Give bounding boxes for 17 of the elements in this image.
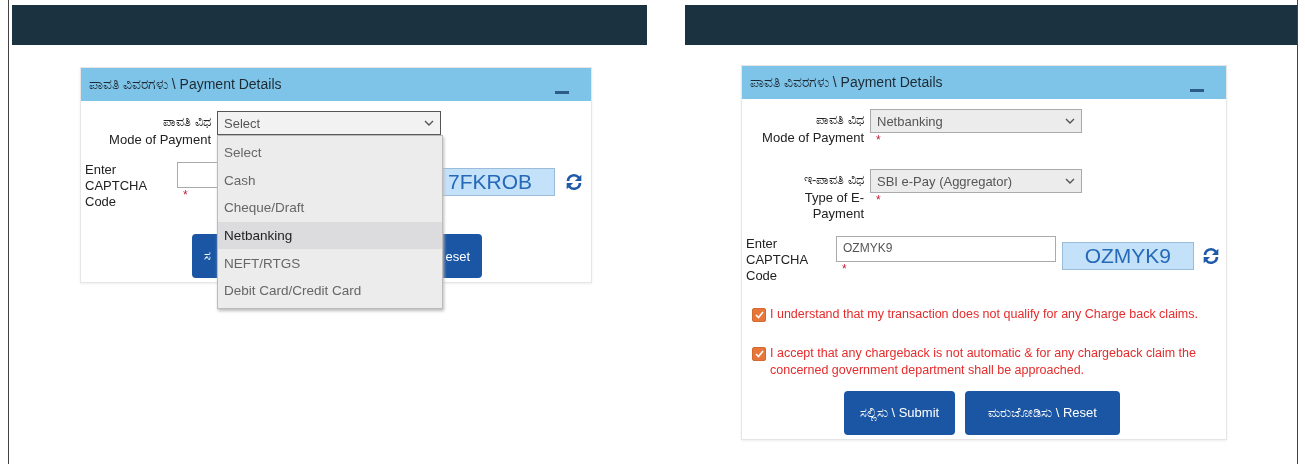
field-label: Mode of Payment (109, 132, 211, 148)
field-label-local: ಪಾವತಿ ವಿಧ (163, 114, 211, 130)
field-label-local: ಪಾವತಿ ವಿಧ (816, 112, 864, 128)
required-mark: * (875, 193, 881, 207)
required-mark: * (182, 188, 188, 202)
field-label: Type of E-Payment (803, 190, 864, 222)
field-label: Mode of Payment (762, 130, 864, 146)
field-label-local: ಇ-ಪಾವತಿ ವಿಧ (804, 172, 864, 188)
captcha-image: OZMYK9 (1062, 242, 1194, 270)
captcha-label: Enter CAPTCHA Code (745, 236, 809, 284)
checkbox-label: I accept that any chargeback is not automatic & for any chargeback claim the concerned government department shall be approached. (770, 345, 1197, 379)
card-title: ಪಾವತಿ ವಿವರಗಳು \ Payment Details (89, 76, 282, 93)
checkbox-label: I understand that my transaction does not qualify for any Charge back claims. (770, 306, 1198, 323)
captcha-label: Enter CAPTCHA Code (84, 162, 148, 210)
required-mark: * (875, 133, 881, 147)
card-title: ಪಾವತಿ ವಿವರಗಳು \ Payment Details (750, 74, 943, 91)
required-mark: * (841, 262, 847, 276)
